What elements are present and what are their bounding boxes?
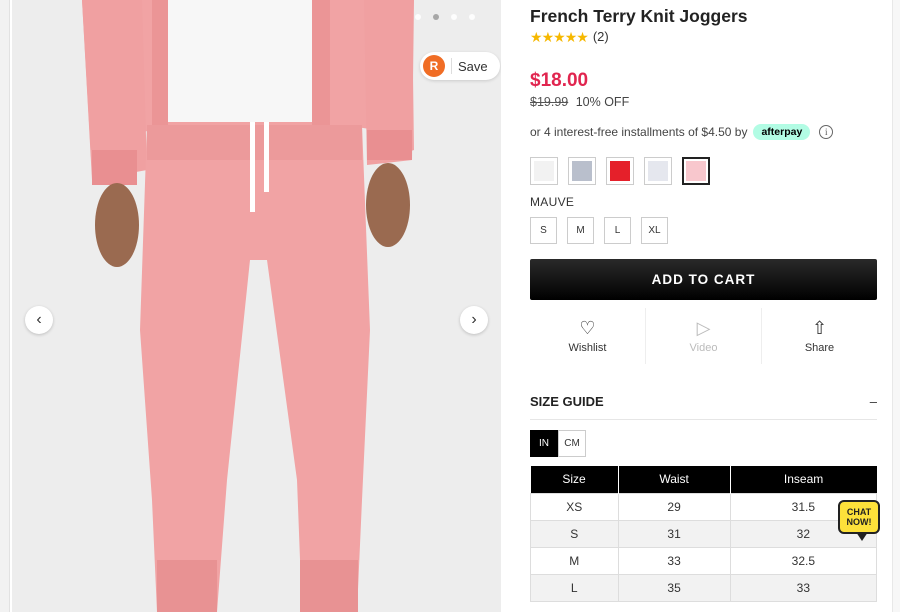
star-icon: ★	[541, 28, 555, 45]
table-cell: S	[530, 519, 619, 548]
sale-price: $18.00	[530, 70, 589, 91]
star-icon: ★	[564, 28, 578, 45]
product-actions: ♡ Wishlist ▷ Video ⇧ Share	[530, 308, 877, 364]
installments-text: or 4 interest-free installments of $4.50…	[530, 125, 748, 139]
play-icon: ▷	[696, 318, 711, 338]
table-row: M 33 32.5	[530, 546, 878, 575]
wishlist-label: Wishlist	[568, 342, 607, 354]
color-swatch[interactable]	[568, 157, 596, 185]
size-option[interactable]: S	[530, 217, 557, 244]
table-row: L 35 33	[530, 573, 878, 602]
color-swatches	[530, 157, 710, 185]
column-header: Inseam	[730, 466, 877, 493]
chat-label-line2: NOW!	[846, 517, 872, 527]
afterpay-logo: afterpay	[753, 124, 811, 140]
swatch-color	[572, 161, 592, 181]
swatch-color	[686, 161, 706, 181]
color-swatch[interactable]	[644, 157, 672, 185]
star-icon: ★	[553, 28, 566, 45]
color-swatch[interactable]	[606, 157, 634, 185]
size-option[interactable]: M	[567, 217, 594, 244]
carousel-dot-active[interactable]	[433, 14, 439, 20]
swatch-color	[534, 161, 554, 181]
table-cell: 33	[617, 546, 731, 575]
size-guide-header[interactable]: SIZE GUIDE –	[530, 394, 877, 409]
carousel-dot[interactable]	[451, 14, 457, 20]
share-button[interactable]: ⇧ Share	[761, 308, 877, 364]
carousel-dot[interactable]	[415, 14, 421, 20]
product-title: French Terry Knit Joggers	[530, 6, 748, 26]
table-cell: XS	[530, 492, 619, 521]
rating[interactable]: ★ ★ ★ ★ ★ (2)	[530, 29, 609, 44]
table-row: XS 29 31.5	[530, 492, 878, 521]
window-right-edge	[892, 0, 900, 612]
table-cell: 29	[617, 492, 731, 521]
original-price-row: $19.99 10% OFF	[530, 95, 629, 109]
product-details: French Terry Knit Joggers ★ ★ ★ ★ ★ (2) …	[530, 0, 878, 612]
info-icon[interactable]: i	[819, 125, 834, 139]
table-cell: 32.5	[729, 546, 878, 575]
table-cell: 33	[729, 573, 878, 602]
carousel-dot[interactable]	[469, 14, 475, 20]
star-icon: ★	[530, 28, 543, 45]
share-label: Share	[804, 342, 835, 354]
window-left-edge	[0, 0, 10, 612]
table-cell: M	[530, 546, 619, 575]
swatch-color	[648, 161, 668, 181]
divider	[451, 58, 452, 74]
wishlist-button[interactable]: ♡ Wishlist	[530, 308, 645, 364]
chat-now-button[interactable]: CHAT NOW!	[838, 500, 880, 534]
size-chart-table: Size Waist Inseam XS 29 31.5 S 31 32 M 3…	[530, 466, 878, 602]
table-cell: L	[530, 573, 619, 602]
column-header: Size	[530, 466, 619, 493]
table-header-row: Size Waist Inseam	[530, 466, 877, 493]
table-cell: 35	[617, 573, 731, 602]
chat-bubble-tail	[856, 532, 868, 541]
previous-image-button[interactable]: ‹	[25, 306, 53, 334]
size-option[interactable]: XL	[641, 217, 668, 244]
product-image-gallery[interactable]: R Save ‹ ›	[12, 0, 501, 612]
video-label: Video	[689, 342, 718, 354]
heart-icon: ♡	[579, 318, 596, 338]
next-image-button[interactable]: ›	[460, 306, 488, 334]
save-logo-icon: R	[423, 55, 445, 77]
chevron-right-icon: ›	[471, 311, 477, 328]
save-label: Save	[458, 58, 488, 74]
divider	[530, 419, 877, 420]
video-button[interactable]: ▷ Video	[645, 308, 761, 364]
product-page: R Save ‹ › French Terry Knit Joggers ★ ★…	[0, 0, 900, 612]
product-photo	[12, 0, 501, 612]
star-icon: ★	[576, 28, 589, 45]
table-row: S 31 32	[530, 519, 878, 548]
unit-cm-button[interactable]: CM	[558, 430, 586, 457]
size-options: S M L XL	[530, 217, 668, 244]
share-icon: ⇧	[811, 318, 828, 338]
size-option[interactable]: L	[604, 217, 631, 244]
table-cell: 31	[617, 519, 731, 548]
selected-color-name: MAUVE	[530, 195, 575, 209]
collapse-icon[interactable]: –	[870, 394, 877, 409]
chevron-left-icon: ‹	[36, 311, 42, 328]
afterpay-installments: or 4 interest-free installments of $4.50…	[530, 124, 834, 140]
chat-label-line1: CHAT	[846, 507, 872, 517]
unit-toggle: IN CM	[530, 430, 586, 457]
column-header: Waist	[618, 466, 731, 493]
carousel-dots	[415, 14, 475, 20]
unit-inches-button[interactable]: IN	[530, 430, 558, 457]
original-price: $19.99	[530, 95, 569, 109]
save-button[interactable]: R Save	[420, 52, 500, 80]
color-swatch-selected[interactable]	[682, 157, 710, 185]
discount-percent: 10% OFF	[575, 95, 630, 109]
swatch-color	[610, 161, 630, 181]
add-to-cart-button[interactable]: ADD TO CART	[530, 259, 877, 300]
size-guide-title: SIZE GUIDE	[530, 394, 604, 409]
color-swatch[interactable]	[530, 157, 558, 185]
review-count[interactable]: (2)	[593, 29, 609, 44]
